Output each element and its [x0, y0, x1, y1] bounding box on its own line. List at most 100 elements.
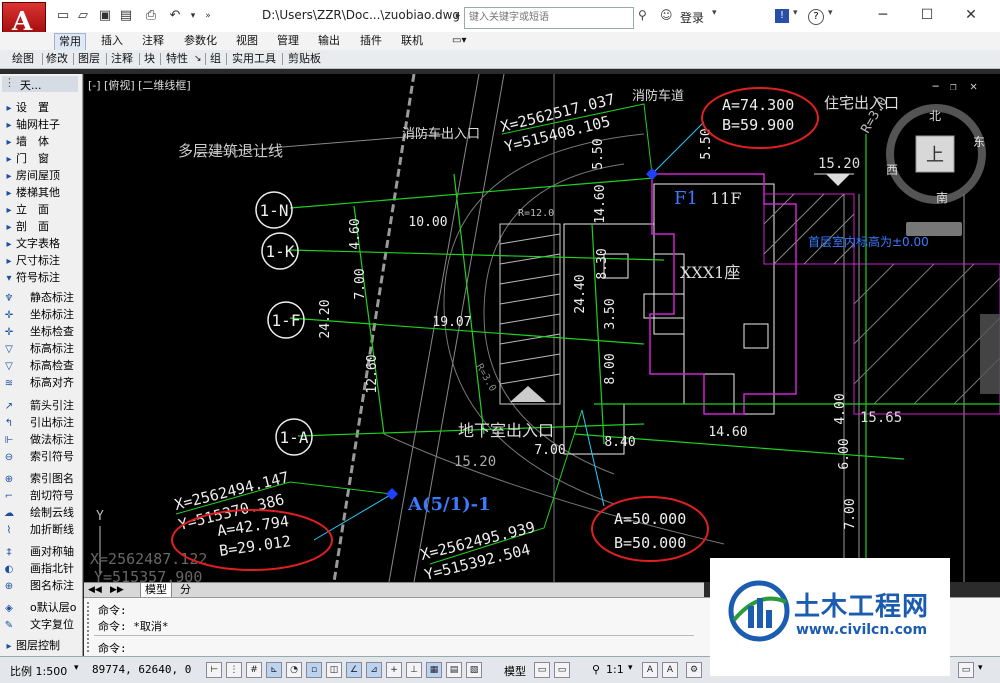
login-dropdown-icon[interactable]: ▾ — [712, 8, 717, 18]
transparency-icon[interactable]: ▦ — [426, 662, 442, 678]
auto-scale-icon[interactable]: A — [662, 662, 678, 678]
palette-header[interactable]: ⋮ 天... — [2, 76, 78, 92]
compass-west[interactable]: 西 — [886, 163, 898, 177]
clean-screen-icon[interactable]: ▭ — [958, 662, 974, 678]
tab-insert[interactable]: 插入 — [97, 33, 127, 49]
palette-item-walls[interactable]: ▸ 墙 体 — [2, 134, 80, 150]
tab-nav-last-icon[interactable]: ▶▶ — [106, 583, 128, 597]
model-space-button[interactable]: 模型 — [504, 663, 526, 679]
infer-constraints-icon[interactable]: ⊢ — [206, 662, 222, 678]
annotation-visibility-icon[interactable]: A — [642, 662, 658, 678]
grid-display-icon[interactable]: # — [246, 662, 262, 678]
dynamic-input-icon[interactable]: + — [386, 662, 402, 678]
palette-item-leader-label[interactable]: ↰ 引出标注 — [2, 415, 80, 431]
navigation-bar[interactable] — [980, 314, 1000, 394]
palette-item-text-tables[interactable]: ▸ 文字表格 — [2, 236, 80, 252]
properties-expand-icon[interactable]: ↘ — [194, 52, 202, 66]
panel-annotation[interactable]: 注释 — [111, 52, 133, 66]
palette-item-coord-annotation[interactable]: ✛ 坐标标注 — [2, 307, 80, 323]
panel-layers[interactable]: 图层 — [78, 52, 100, 66]
command-prompt[interactable]: 命令: — [98, 640, 127, 656]
search-box[interactable] — [464, 7, 634, 29]
ribbon-toggle-icon[interactable]: ▭▾ — [448, 33, 470, 49]
tab-view[interactable]: 视图 — [232, 33, 262, 49]
object-snap-icon[interactable]: ▫ — [306, 662, 322, 678]
palette-item-axis-columns[interactable]: ▸ 轴网柱子 — [2, 117, 80, 133]
quick-properties-icon[interactable]: ▤ — [446, 662, 462, 678]
viewcube[interactable]: 上 北 南 西 东 — [886, 104, 986, 205]
palette-item-layer-control[interactable]: ▸ 图层控制 — [2, 638, 80, 654]
tab-plugins[interactable]: 插件 — [356, 33, 386, 49]
annotation-scale-dropdown-icon[interactable]: ▾ — [628, 663, 633, 673]
palette-item-doors-windows[interactable]: ▸ 门 窗 — [2, 151, 80, 167]
palette-item-index-symbol[interactable]: ⊖ 索引符号 — [2, 449, 80, 465]
annotation-scale[interactable]: 1:1 — [606, 663, 624, 676]
polar-tracking-icon[interactable]: ◔ — [286, 662, 302, 678]
save-icon[interactable]: ▣ — [97, 8, 113, 24]
panel-modify[interactable]: 修改 — [46, 52, 68, 66]
object-snap-tracking-icon[interactable]: ∠ — [346, 662, 362, 678]
quick-view-drawings-icon[interactable]: ▭ — [554, 662, 570, 678]
panel-properties[interactable]: 特性 — [166, 52, 188, 66]
viewport-close-icon[interactable]: ✕ — [970, 79, 977, 93]
tab-online[interactable]: 联机 — [397, 33, 427, 49]
save-as-icon[interactable]: ▤ — [118, 8, 134, 24]
tab-nav-first-icon[interactable]: ◀◀ — [84, 583, 106, 597]
maximize-button[interactable]: ☐ — [912, 4, 942, 26]
panel-block[interactable]: 块 — [144, 52, 155, 66]
tab-home[interactable]: 常用 — [54, 33, 86, 50]
palette-item-default-layer[interactable]: ◈ o默认层o — [2, 600, 80, 616]
cursor-coordinates[interactable]: 89774, 62640, 0 — [92, 663, 191, 676]
quick-view-layouts-icon[interactable]: ▭ — [534, 662, 550, 678]
palette-item-dimensions[interactable]: ▸ 尺寸标注 — [2, 253, 80, 269]
snap-mode-icon[interactable]: ⋮ — [226, 662, 242, 678]
panel-draw[interactable]: 绘图 — [12, 52, 34, 66]
tab-model[interactable]: 模型 — [140, 583, 172, 598]
exchange-dropdown-icon[interactable]: ▾ — [793, 8, 798, 18]
palette-item-section-symbol[interactable]: ⌐ 剖切符号 — [2, 488, 80, 504]
3d-osnap-icon[interactable]: ◫ — [326, 662, 342, 678]
annotation-scale-icon[interactable]: ⚲ — [592, 663, 600, 676]
palette-item-arrow-leader[interactable]: ↗ 箭头引注 — [2, 398, 80, 414]
exchange-icon[interactable]: ! — [775, 9, 789, 23]
palette-item-coord-check[interactable]: ✛ 坐标检查 — [2, 324, 80, 340]
viewport-minimize-icon[interactable]: − — [932, 79, 939, 93]
palette-item-drawing-title[interactable]: ⊕ 图名标注 — [2, 578, 80, 594]
palette-item-symmetry-axis[interactable]: ‡ 画对称轴 — [2, 544, 80, 560]
palette-item-north-arrow[interactable]: ◐ 画指北针 — [2, 561, 80, 577]
open-file-icon[interactable]: ▱ — [75, 8, 91, 24]
dynamic-ucs-icon[interactable]: ⊿ — [366, 662, 382, 678]
command-grip-icon[interactable] — [87, 602, 95, 652]
palette-item-elevation-annotation[interactable]: ▽ 标高标注 — [2, 341, 80, 357]
palette-item-settings[interactable]: ▸ 设 置 — [2, 100, 80, 116]
compass-east[interactable]: 东 — [973, 135, 985, 149]
palette-grip-icon[interactable]: ⋮ — [4, 76, 15, 89]
compass-south[interactable]: 南 — [936, 190, 948, 205]
binoculars-icon[interactable]: ⚲ — [638, 8, 647, 22]
tab-manage[interactable]: 管理 — [273, 33, 303, 49]
close-button[interactable]: ✕ — [956, 4, 986, 26]
scale-dropdown-icon[interactable]: ▾ — [74, 663, 79, 673]
undo-icon[interactable]: ↶ — [167, 8, 183, 24]
print-icon[interactable]: ⎙ — [143, 8, 159, 24]
tab-layout[interactable]: 分 — [176, 583, 195, 597]
palette-item-index-title[interactable]: ⊕ 索引图名 — [2, 471, 80, 487]
tab-annotate[interactable]: 注释 — [138, 33, 168, 49]
palette-item-stairs-other[interactable]: ▸ 楼梯其他 — [2, 185, 80, 201]
undo-dropdown-icon[interactable]: ▾ — [185, 8, 201, 24]
help-dropdown-icon[interactable]: ▾ — [828, 8, 833, 18]
viewport-restore-icon[interactable]: ❐ — [950, 80, 957, 93]
status-menu-icon[interactable]: ▾ — [978, 663, 983, 673]
palette-item-symbols[interactable]: ▾ 符号标注 — [2, 270, 80, 286]
palette-item-break-line[interactable]: ⌇ 加折断线 — [2, 522, 80, 538]
palette-item-revision-cloud[interactable]: ☁ 绘制云线 — [2, 505, 80, 521]
palette-item-elevation-check[interactable]: ▽ 标高检查 — [2, 358, 80, 374]
palette-item-method-label[interactable]: ⊩ 做法标注 — [2, 432, 80, 448]
wcs-menu[interactable] — [906, 222, 962, 236]
palette-item-elevation-align[interactable]: ≋ 标高对齐 — [2, 375, 80, 391]
ortho-mode-icon[interactable]: ⊾ — [266, 662, 282, 678]
workspace-gear-icon[interactable]: ⚙ — [686, 662, 702, 678]
panel-groups[interactable]: 组 — [210, 52, 221, 66]
drawing-scale[interactable]: 比例 1:500 — [10, 663, 67, 679]
panel-clipboard[interactable]: 剪贴板 — [288, 52, 321, 66]
